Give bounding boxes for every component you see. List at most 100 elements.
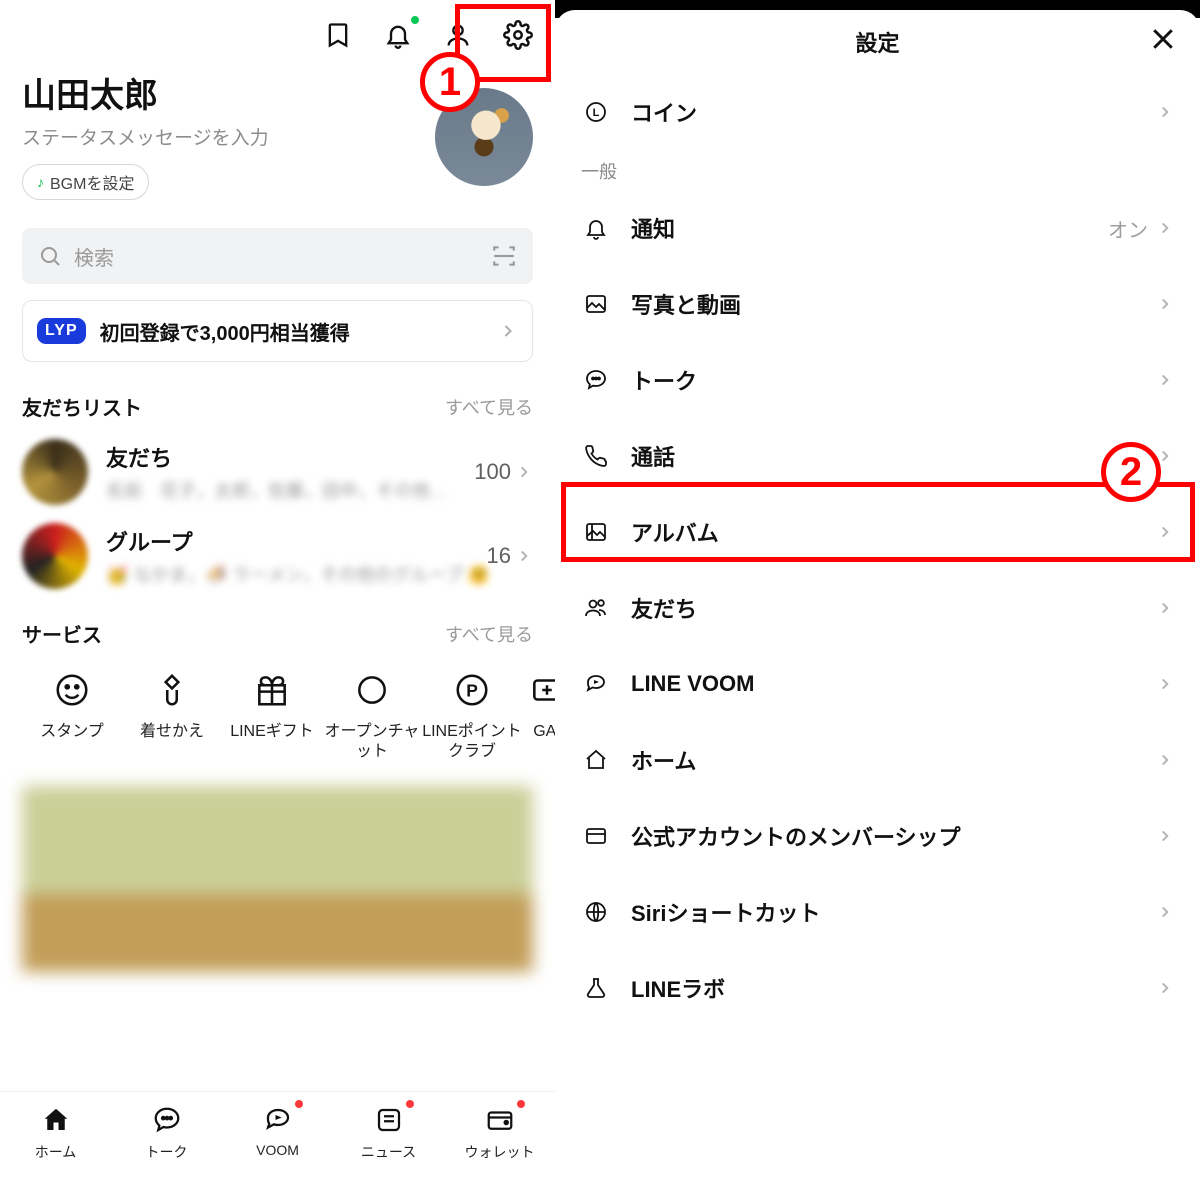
search-placeholder: 検索: [74, 242, 114, 271]
tab-home[interactable]: ホーム: [0, 1102, 111, 1162]
voom-icon: [263, 1102, 293, 1138]
tab-label: VOOM: [256, 1142, 299, 1158]
smiley-icon: [53, 666, 91, 714]
siri-icon: [581, 900, 611, 924]
settings-row-home[interactable]: ホーム: [555, 722, 1200, 798]
chevron-right-icon: [1156, 675, 1174, 693]
settings-row-labs[interactable]: LINEラボ: [555, 950, 1200, 1026]
tab-label: ウォレット: [465, 1142, 535, 1162]
row-value: オン: [1108, 214, 1148, 243]
tab-voom[interactable]: VOOM: [222, 1102, 333, 1158]
services-title: サービス: [22, 619, 102, 648]
row-label: コイン: [631, 96, 697, 128]
friends-avatar: [22, 439, 88, 505]
badge-dot-icon: [517, 1100, 525, 1108]
settings-row-photos[interactable]: 写真と動画: [555, 266, 1200, 342]
settings-row-notification[interactable]: 通知 オン: [555, 190, 1200, 266]
bookmark-icon[interactable]: [321, 18, 355, 52]
settings-list[interactable]: L コイン 一般 通知 オン 写真と動画 トーク: [555, 74, 1200, 1186]
badge-dot-icon: [295, 1100, 303, 1108]
annotation-box-2: [561, 482, 1195, 562]
bgm-chip[interactable]: ♪ BGMを設定: [22, 164, 149, 200]
services-see-all[interactable]: すべて見る: [445, 621, 533, 647]
gift-icon: [253, 666, 291, 714]
chevron-right-icon: [1156, 219, 1174, 237]
row-label: 公式アカウントのメンバーシップ: [631, 820, 961, 852]
badge-dot-icon: [406, 1100, 414, 1108]
settings-screen: 2 設定 L コイン 一般 通知 オン 写真と動画: [555, 0, 1200, 1186]
settings-row-talk[interactable]: トーク: [555, 342, 1200, 418]
chevron-right-icon: [1156, 827, 1174, 845]
friends-title: 友だちリスト: [22, 392, 142, 421]
row-label: LINE VOOM: [631, 671, 754, 697]
lyp-badge: LYP: [37, 318, 86, 344]
lyp-banner[interactable]: LYP 初回登録で3,000円相当獲得: [22, 300, 533, 362]
list-item-sub: 🥳 なかま，🍜 ラーメン，その他のグループ 🤗…: [106, 561, 487, 587]
service-point[interactable]: P LINEポイントクラブ: [422, 666, 522, 762]
tab-news[interactable]: ニュース: [333, 1102, 444, 1162]
list-item-count: 16: [487, 543, 511, 569]
bell-icon: [581, 216, 611, 240]
tab-bar: ホーム トーク VOOM ニュース ウォレット: [0, 1091, 555, 1186]
group-avatar: [22, 523, 88, 589]
home-icon: [41, 1102, 71, 1138]
bell-icon[interactable]: [381, 18, 415, 52]
scan-icon[interactable]: [491, 243, 517, 269]
service-label: LINEギフト: [230, 722, 314, 742]
service-stamp[interactable]: スタンプ: [22, 666, 122, 762]
settings-row-voom[interactable]: LINE VOOM: [555, 646, 1200, 722]
chevron-right-icon: [515, 547, 533, 565]
bgm-label: BGMを設定: [50, 170, 134, 194]
lyp-text: 初回登録で3,000円相当獲得: [100, 317, 350, 346]
annotation-marker-2: 2: [1101, 442, 1161, 502]
services-grid[interactable]: スタンプ 着せかえ LINEギフト オープンチャット P LINEポイントクラブ…: [0, 648, 555, 762]
list-item[interactable]: グループ 🥳 なかま，🍜 ラーメン，その他のグループ 🤗… 16: [0, 505, 555, 589]
row-label: ホーム: [631, 744, 696, 776]
promo-banner[interactable]: [22, 786, 533, 972]
settings-row-coin[interactable]: L コイン: [555, 74, 1200, 150]
news-icon: [374, 1102, 404, 1138]
home-screen: 1 山田太郎 ステータスメッセージを入力 ♪ BGMを設定 検索: [0, 0, 555, 1186]
section-label-general: 一般: [555, 150, 1200, 190]
service-openchat[interactable]: オープンチャット: [322, 666, 422, 762]
friends-see-all[interactable]: すべて見る: [445, 394, 533, 420]
service-theme[interactable]: 着せかえ: [122, 666, 222, 762]
svg-text:P: P: [466, 680, 478, 700]
settings-header: 設定: [555, 10, 1200, 74]
notification-dot-icon: [411, 16, 419, 24]
chevron-right-icon: [1156, 295, 1174, 313]
photo-icon: [581, 292, 611, 316]
tab-wallet[interactable]: ウォレット: [444, 1102, 555, 1162]
close-icon[interactable]: [1148, 24, 1178, 54]
list-item-count: 100: [474, 459, 511, 485]
list-item-sub: 名前 花子，太郎，佐藤，田中，その他…: [106, 477, 474, 503]
chevron-right-icon: [498, 321, 518, 341]
openchat-icon: [353, 666, 391, 714]
profile-status[interactable]: ステータスメッセージを入力: [22, 123, 435, 150]
row-label: 友だち: [631, 592, 697, 624]
row-label: 写真と動画: [631, 288, 741, 320]
service-label: LINEポイントクラブ: [422, 722, 522, 762]
tab-label: トーク: [146, 1142, 188, 1162]
annotation-marker-1: 1: [420, 52, 480, 112]
service-label: オープンチャット: [322, 722, 422, 762]
service-gift[interactable]: LINEギフト: [222, 666, 322, 762]
list-item[interactable]: 友だち 名前 花子，太郎，佐藤，田中，その他… 100: [0, 421, 555, 505]
settings-row-siri[interactable]: Siriショートカット: [555, 874, 1200, 950]
tab-label: ニュース: [361, 1142, 416, 1162]
chat-icon: [581, 368, 611, 392]
tab-talk[interactable]: トーク: [111, 1102, 222, 1162]
chevron-right-icon: [1156, 103, 1174, 121]
chevron-right-icon: [1156, 751, 1174, 769]
card-icon: [581, 824, 611, 848]
row-label: トーク: [631, 364, 697, 396]
wallet-icon: [485, 1102, 515, 1138]
search-input[interactable]: 検索: [22, 228, 533, 284]
search-icon: [38, 244, 62, 268]
services-section-header: サービス すべて見る: [0, 589, 555, 648]
settings-row-friends[interactable]: 友だち: [555, 570, 1200, 646]
settings-row-membership[interactable]: 公式アカウントのメンバーシップ: [555, 798, 1200, 874]
home-icon: [581, 748, 611, 772]
chevron-right-icon: [515, 463, 533, 481]
brush-icon: [153, 666, 191, 714]
